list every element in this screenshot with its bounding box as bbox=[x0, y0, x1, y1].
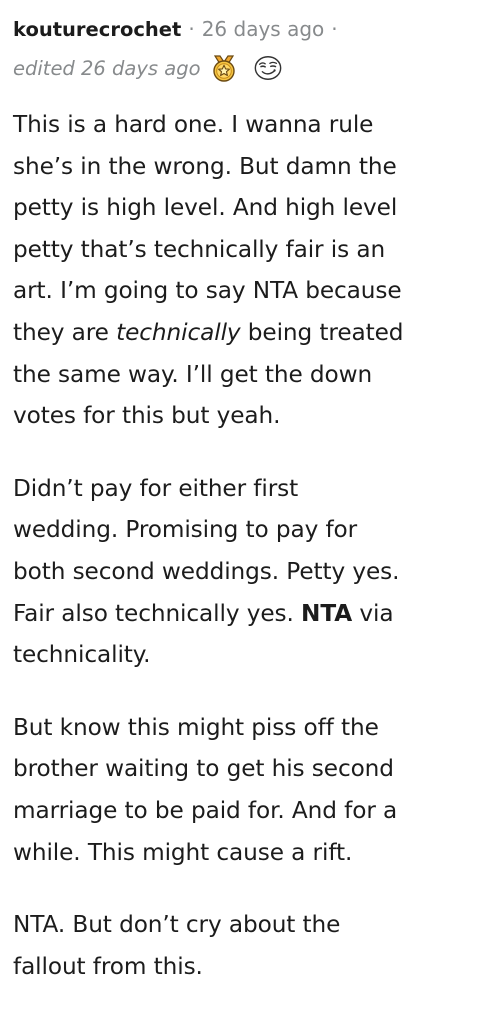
comment-text: the same way. I’ll get the down bbox=[13, 360, 373, 388]
comment-paragraph: NTA. But don’t cry about the fallout from… bbox=[13, 904, 475, 987]
comment-text: votes for this but yeah. bbox=[13, 402, 281, 430]
comment-text: petty that’s technically fair is an bbox=[13, 235, 386, 263]
comment-text: marriage to be paid for. And for a bbox=[13, 796, 398, 824]
comment-line: both second weddings. Petty yes. bbox=[13, 551, 475, 593]
bold-text: NTA bbox=[301, 599, 353, 627]
italic-text: technically bbox=[116, 318, 241, 346]
smirk-face-award-icon[interactable] bbox=[253, 53, 283, 83]
comment-line: they are technically being treated bbox=[13, 312, 475, 354]
comment-text: art. I’m going to say NTA because bbox=[13, 277, 402, 305]
comment-text: while. This might cause a rift. bbox=[13, 838, 353, 866]
comment-line: the same way. I’ll get the down bbox=[13, 354, 475, 396]
comment: kouturecrochet · 26 days ago · edited 26… bbox=[0, 0, 482, 996]
comment-text: fallout from this. bbox=[13, 952, 203, 980]
comment-line: Fair also technically yes. NTA via bbox=[13, 593, 475, 635]
comment-line: fallout from this. bbox=[13, 946, 475, 988]
comment-line: marriage to be paid for. And for a bbox=[13, 790, 475, 832]
comment-line: she’s in the wrong. But damn the bbox=[13, 146, 475, 188]
comment-text: wedding. Promising to pay for bbox=[13, 516, 358, 544]
comment-text: she’s in the wrong. But damn the bbox=[13, 152, 397, 180]
comment-paragraph: This is a hard one. I wanna rule she’s in… bbox=[13, 104, 475, 437]
comment-timestamp[interactable]: 26 days ago bbox=[202, 17, 325, 41]
comment-paragraph: Didn’t pay for either first wedding. Prom… bbox=[13, 468, 475, 676]
comment-line: petty is high level. And high level bbox=[13, 187, 475, 229]
comment-text: But know this might piss off the bbox=[13, 713, 379, 741]
comment-text: technicality. bbox=[13, 641, 151, 669]
edited-label: edited 26 days ago bbox=[13, 56, 201, 80]
comment-line: NTA. But don’t cry about the bbox=[13, 904, 475, 946]
comment-line: petty that’s technically fair is an bbox=[13, 229, 475, 271]
comment-text: This is a hard one. I wanna rule bbox=[13, 111, 374, 138]
comment-body: This is a hard one. I wanna rule she’s in… bbox=[13, 104, 475, 1018]
comment-text: Fair also technically yes. bbox=[13, 599, 302, 627]
comment-text: being treated bbox=[240, 318, 404, 346]
meta-separator-trailing: · bbox=[331, 17, 338, 41]
comment-line: technicality. bbox=[13, 634, 475, 676]
star-medal-award-icon[interactable] bbox=[209, 53, 239, 83]
comment-line: Didn’t pay for either first bbox=[13, 468, 475, 510]
meta-separator: · bbox=[188, 17, 195, 41]
comment-line: wedding. Promising to pay for bbox=[13, 509, 475, 551]
comment-text: both second weddings. Petty yes. bbox=[13, 557, 400, 585]
username-link[interactable]: kouturecrochet bbox=[13, 18, 181, 41]
comment-text: brother waiting to get his second bbox=[13, 755, 394, 783]
comment-text: Didn’t pay for either first bbox=[13, 474, 299, 502]
comment-text: they are bbox=[13, 318, 117, 346]
comment-line: votes for this but yeah. bbox=[13, 395, 475, 437]
comment-text: via bbox=[352, 599, 394, 627]
comment-line: while. This might cause a rift. bbox=[13, 832, 475, 874]
comment-text: NTA. But don’t cry about the bbox=[13, 911, 341, 939]
comment-paragraph: But know this might piss off the brother … bbox=[13, 707, 475, 873]
comment-line: art. I’m going to say NTA because bbox=[13, 270, 475, 312]
comment-line: But know this might piss off the bbox=[13, 707, 475, 749]
comment-line: This is a hard one. I wanna rule bbox=[13, 104, 475, 146]
comment-meta: kouturecrochet · 26 days ago · bbox=[13, 14, 345, 44]
comment-text: petty is high level. And high level bbox=[13, 194, 398, 222]
comment-edit-awards: edited 26 days ago bbox=[13, 52, 283, 84]
comment-line: brother waiting to get his second bbox=[13, 748, 475, 790]
